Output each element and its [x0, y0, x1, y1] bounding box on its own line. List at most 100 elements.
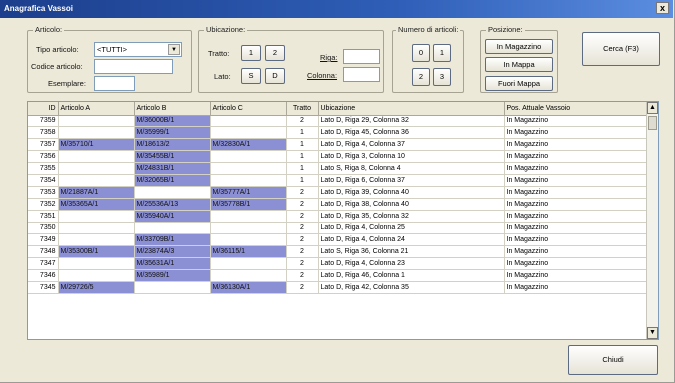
cell-tratto: 2 — [286, 269, 319, 282]
numero-articoli-title: Numero di articoli: — [396, 25, 461, 34]
in-mappa-button[interactable]: In Mappa — [485, 57, 553, 72]
cell-id: 7358 — [28, 126, 59, 140]
cell-articolo-c — [210, 126, 287, 140]
table-header-row: ID Articolo A Articolo B Articolo C Trat… — [28, 102, 648, 116]
tratto-label: Tratto: — [208, 49, 230, 58]
header-articolo-c[interactable]: Articolo C — [210, 102, 287, 116]
fuori-mappa-button[interactable]: Fuori Mappa — [485, 76, 553, 91]
tratto-2-button[interactable]: 2 — [265, 45, 285, 61]
table-row[interactable]: 7345 M/29726/5 M/36130A/1 2 Lato D, Riga 42,… — [28, 281, 648, 294]
tipo-articolo-value: <TUTTI> — [97, 45, 128, 54]
riga-input[interactable] — [343, 49, 380, 64]
numero-2-button[interactable]: 2 — [412, 68, 430, 86]
cell-posizione: In Magazzino — [504, 257, 648, 271]
cell-articolo-c — [210, 257, 287, 271]
cell-ubicazione: Lato D, Riga 35, Colonna 32 — [318, 210, 505, 223]
table-row[interactable]: 7357 M/35710/1 M/18613/2 M/32830A/1 1 Lato D,… — [28, 138, 648, 152]
scroll-thumb[interactable] — [648, 116, 657, 130]
cell-ubicazione: Lato D, Riga 4, Colonna 25 — [318, 222, 505, 235]
cell-ubicazione: Lato D, Riga 4, Colonna 37 — [318, 138, 505, 152]
scroll-down-icon[interactable]: ▼ — [647, 327, 658, 339]
cell-ubicazione: Lato D, Riga 45, Colonna 36 — [318, 126, 505, 140]
cell-id: 7347 — [28, 257, 59, 271]
tipo-articolo-select[interactable]: <TUTTI> ▼ — [94, 42, 182, 57]
table-row[interactable]: 7358 M/35999/1 1 Lato D, Riga 45, Colonna 3… — [28, 126, 648, 140]
cell-articolo-a — [58, 162, 135, 175]
cell-articolo-b: M/25536A/13 — [134, 198, 211, 211]
table-row[interactable]: 7348 M/35300B/1 M/23874A/3 M/36115/1 2 Lato S… — [28, 245, 648, 259]
header-tratto[interactable]: Tratto — [286, 102, 319, 116]
colonna-input[interactable] — [343, 67, 380, 82]
cell-ubicazione: Lato S, Riga 8, Colonna 4 — [318, 162, 505, 175]
cell-articolo-a — [58, 126, 135, 140]
header-articolo-a[interactable]: Articolo A — [58, 102, 135, 116]
cell-articolo-c — [210, 233, 287, 247]
table-row[interactable]: 7356 M/35455B/1 1 Lato D, Riga 3, Colonna 1… — [28, 150, 648, 164]
cell-articolo-c: M/35778B/1 — [210, 198, 287, 211]
search-button[interactable]: Cerca (F3) — [582, 32, 660, 66]
table-row[interactable]: 7347 M/35631A/1 2 Lato D, Riga 4, Colonna 2… — [28, 257, 648, 271]
table-row[interactable]: 7352 M/35365A/1 M/25536A/13 M/35778B/1 2 Lato… — [28, 198, 648, 211]
cell-id: 7353 — [28, 186, 59, 199]
table-row[interactable]: 7349 M/33709B/1 2 Lato D, Riga 4, Colonna 2… — [28, 233, 648, 247]
cell-posizione: In Magazzino — [504, 281, 648, 294]
cell-articolo-b: M/35999/1 — [134, 126, 211, 140]
codice-articolo-input[interactable] — [94, 59, 173, 74]
cell-articolo-a: M/35710/1 — [58, 138, 135, 152]
cell-articolo-c: M/36115/1 — [210, 245, 287, 259]
cell-articolo-b: M/24831B/1 — [134, 162, 211, 175]
chiudi-button[interactable]: Chiudi — [568, 345, 658, 375]
articolo-group: Articolo: Tipo articolo: <TUTTI> ▼ Codic… — [27, 25, 192, 93]
scroll-up-icon[interactable]: ▲ — [647, 102, 658, 114]
table-row[interactable]: 7346 M/35989/1 2 Lato D, Riga 46, Colonna 1… — [28, 269, 648, 282]
vassoi-table-grid: ID Articolo A Articolo B Articolo C Trat… — [28, 102, 648, 294]
cell-tratto: 2 — [286, 281, 319, 294]
table-row[interactable]: 7351 M/35940A/1 2 Lato D, Riga 35, Colonna … — [28, 210, 648, 223]
lato-d-button[interactable]: D — [265, 68, 285, 84]
cell-articolo-b — [134, 281, 211, 294]
numero-0-button[interactable]: 0 — [412, 44, 430, 62]
cell-tratto: 1 — [286, 150, 319, 164]
cell-posizione: In Magazzino — [504, 162, 648, 175]
cell-id: 7345 — [28, 281, 59, 294]
header-id[interactable]: ID — [28, 102, 59, 116]
table-row[interactable]: 7354 M/32065B/1 1 Lato D, Riga 6, Colonna 3… — [28, 174, 648, 187]
cell-posizione: In Magazzino — [504, 210, 648, 223]
close-icon[interactable]: x — [656, 2, 669, 14]
numero-3-button[interactable]: 3 — [433, 68, 451, 86]
chevron-down-icon[interactable]: ▼ — [168, 44, 180, 55]
table-row[interactable]: 7350 2 Lato D, Riga 4, Colonna 25 In Magazz… — [28, 222, 648, 235]
cell-id: 7349 — [28, 233, 59, 247]
lato-s-button[interactable]: S — [241, 68, 261, 84]
cell-id: 7346 — [28, 269, 59, 282]
tratto-1-button[interactable]: 1 — [241, 45, 261, 61]
in-magazzino-button[interactable]: In Magazzino — [485, 39, 553, 54]
cell-articolo-b: M/35940A/1 — [134, 210, 211, 223]
cell-articolo-a — [58, 257, 135, 271]
cell-articolo-c: M/36130A/1 — [210, 281, 287, 294]
ubicazione-group-title: Ubicazione: — [204, 25, 248, 34]
header-ubicazione[interactable]: Ubicazione — [318, 102, 505, 116]
cell-ubicazione: Lato D, Riga 46, Colonna 1 — [318, 269, 505, 282]
numero-articoli-group: Numero di articoli: 0 1 2 3 — [392, 25, 464, 93]
cell-id: 7356 — [28, 150, 59, 164]
header-articolo-b[interactable]: Articolo B — [134, 102, 211, 116]
cell-articolo-c — [210, 150, 287, 164]
header-posizione[interactable]: Pos. Attuale Vassoio — [504, 102, 648, 116]
cell-tratto: 2 — [286, 210, 319, 223]
esemplare-input[interactable] — [94, 76, 135, 91]
cell-posizione: In Magazzino — [504, 186, 648, 199]
cell-posizione: In Magazzino — [504, 126, 648, 140]
cell-articolo-a — [58, 150, 135, 164]
cell-id: 7352 — [28, 198, 59, 211]
cell-tratto: 1 — [286, 126, 319, 140]
vertical-scrollbar[interactable]: ▲ ▼ — [646, 102, 658, 339]
numero-1-button[interactable]: 1 — [433, 44, 451, 62]
cell-tratto: 2 — [286, 233, 319, 247]
table-row[interactable]: 7353 M/21887A/1 M/35777A/1 2 Lato D, Riga 39… — [28, 186, 648, 199]
title-bar: Anagrafica Vassoi x — [0, 0, 673, 18]
cell-posizione: In Magazzino — [504, 269, 648, 282]
cell-articolo-c — [210, 115, 287, 128]
table-row[interactable]: 7355 M/24831B/1 1 Lato S, Riga 8, Colonna 4… — [28, 162, 648, 175]
table-row[interactable]: 7359 M/36000B/1 2 Lato D, Riga 29, Colonna … — [28, 115, 648, 128]
